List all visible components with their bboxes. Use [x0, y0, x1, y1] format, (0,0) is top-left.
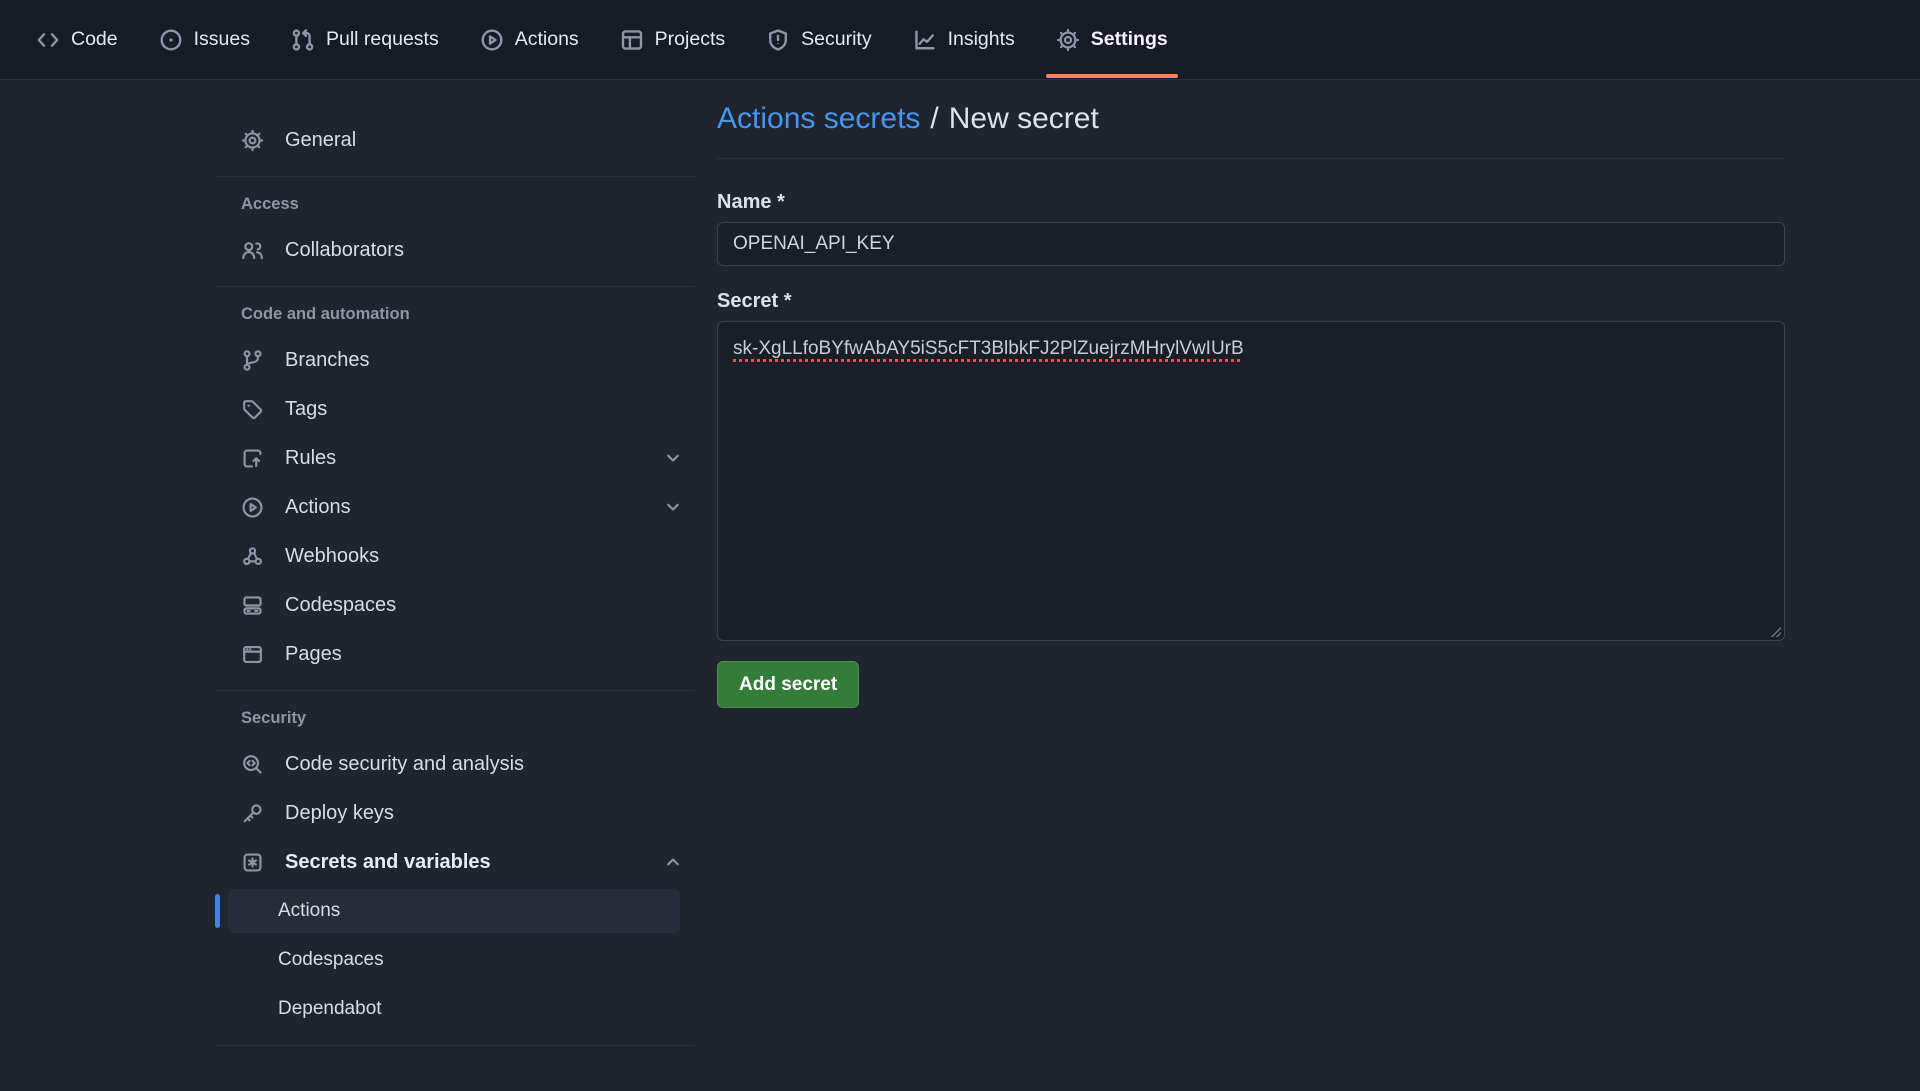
secret-name-input[interactable] — [717, 222, 1785, 266]
sidebar-section-access: Access — [215, 195, 695, 214]
table-icon — [620, 28, 644, 52]
shield-icon — [766, 28, 790, 52]
nav-tab-label: Settings — [1091, 28, 1168, 51]
nav-tab-issues[interactable]: Issues — [147, 0, 262, 79]
nav-tab-label: Security — [801, 28, 871, 51]
sidebar-item-label: Tags — [285, 398, 327, 421]
nav-tab-label: Insights — [948, 28, 1015, 51]
gear-icon — [241, 129, 264, 152]
tag-icon — [241, 398, 264, 421]
sidebar-item-label: Codespaces — [285, 594, 396, 617]
sidebar-section-security: Security — [215, 709, 695, 728]
sidebar-subitem-dependabot[interactable]: Dependabot — [228, 987, 680, 1031]
sidebar-item-label: General — [285, 129, 356, 152]
secret-label: Secret * — [717, 290, 1785, 313]
play-icon — [480, 28, 504, 52]
secret-value-text: sk-XgLLfoBYfwAbAY5iS5cFT3BlbkFJ2PlZuejrz… — [733, 338, 1244, 359]
repo-tab-nav: Code Issues Pull requests Actions — [0, 0, 1920, 80]
breadcrumb-separator: / — [930, 102, 938, 135]
graph-icon — [913, 28, 937, 52]
sidebar-item-code-security-and-analysis[interactable]: Code security and analysis — [215, 742, 695, 786]
gear-icon — [1056, 28, 1080, 52]
nav-tab-insights[interactable]: Insights — [901, 0, 1027, 79]
chevron-down-icon — [663, 497, 683, 517]
add-secret-button[interactable]: Add secret — [717, 661, 859, 708]
people-icon — [241, 239, 264, 262]
page-title-current: New secret — [949, 102, 1099, 135]
sidebar-subitem-codespaces[interactable]: Codespaces — [228, 938, 680, 982]
actions-secrets-link[interactable]: Actions secrets — [717, 102, 920, 135]
sidebar-item-label: Secrets and variables — [285, 851, 491, 874]
key-icon — [241, 802, 264, 825]
nav-tab-security[interactable]: Security — [754, 0, 883, 79]
sidebar-divider — [215, 176, 695, 177]
webhook-icon — [241, 545, 264, 568]
rules-icon — [241, 447, 264, 470]
sidebar-item-actions[interactable]: Actions — [215, 485, 695, 529]
nav-tab-label: Code — [71, 28, 118, 51]
nav-tab-projects[interactable]: Projects — [608, 0, 737, 79]
sidebar-subitem-label: Actions — [278, 900, 340, 922]
code-scan-icon — [241, 753, 264, 776]
sidebar-item-rules[interactable]: Rules — [215, 436, 695, 480]
git-branch-icon — [241, 349, 264, 372]
sidebar-item-label: Deploy keys — [285, 802, 394, 825]
chevron-down-icon — [663, 448, 683, 468]
sidebar-item-secrets-and-variables[interactable]: Secrets and variables — [215, 840, 695, 884]
secret-value-textarea[interactable]: sk-XgLLfoBYfwAbAY5iS5cFT3BlbkFJ2PlZuejrz… — [717, 321, 1785, 641]
name-label: Name * — [717, 191, 1785, 214]
sidebar-divider — [215, 286, 695, 287]
sidebar-item-label: Rules — [285, 447, 336, 470]
sidebar-item-pages[interactable]: Pages — [215, 632, 695, 676]
nav-tab-label: Pull requests — [326, 28, 439, 51]
page-title: Actions secrets / New secret — [717, 102, 1785, 159]
sidebar-item-codespaces[interactable]: Codespaces — [215, 583, 695, 627]
git-pull-request-icon — [291, 28, 315, 52]
browser-icon — [241, 643, 264, 666]
sidebar-section-code-and-automation: Code and automation — [215, 305, 695, 324]
nav-tab-actions[interactable]: Actions — [468, 0, 591, 79]
sidebar-item-label: Webhooks — [285, 545, 379, 568]
sidebar-item-label: Code security and analysis — [285, 753, 524, 776]
sidebar-item-collaborators[interactable]: Collaborators — [215, 228, 695, 272]
sidebar-item-label: Collaborators — [285, 239, 404, 262]
codespaces-icon — [241, 594, 264, 617]
sidebar-subitem-label: Codespaces — [278, 949, 384, 971]
sidebar-item-label: Actions — [285, 496, 351, 519]
settings-sidebar: General Access Collaborators Code and au… — [215, 80, 695, 1064]
code-icon — [36, 28, 60, 52]
secrets-icon — [241, 851, 264, 874]
sidebar-subitem-actions[interactable]: Actions — [228, 889, 680, 933]
nav-tab-pull-requests[interactable]: Pull requests — [279, 0, 451, 79]
sidebar-item-label: Pages — [285, 643, 342, 666]
new-secret-panel: Actions secrets / New secret Name * Secret… — [717, 80, 1785, 1064]
sidebar-item-webhooks[interactable]: Webhooks — [215, 534, 695, 578]
play-icon — [241, 496, 264, 519]
chevron-up-icon — [663, 852, 683, 872]
nav-tab-label: Actions — [515, 28, 579, 51]
sidebar-subitem-label: Dependabot — [278, 998, 382, 1020]
sidebar-item-general[interactable]: General — [215, 118, 695, 162]
nav-tab-label: Projects — [655, 28, 725, 51]
sidebar-item-deploy-keys[interactable]: Deploy keys — [215, 791, 695, 835]
sidebar-item-label: Branches — [285, 349, 370, 372]
nav-tab-label: Issues — [194, 28, 250, 51]
sidebar-item-tags[interactable]: Tags — [215, 387, 695, 431]
nav-tab-settings[interactable]: Settings — [1044, 0, 1180, 79]
sidebar-divider — [215, 690, 695, 691]
sidebar-item-branches[interactable]: Branches — [215, 338, 695, 382]
settings-page: General Access Collaborators Code and au… — [0, 80, 1920, 1064]
issue-opened-icon — [159, 28, 183, 52]
nav-tab-code[interactable]: Code — [24, 0, 130, 79]
sidebar-divider — [215, 1045, 695, 1046]
